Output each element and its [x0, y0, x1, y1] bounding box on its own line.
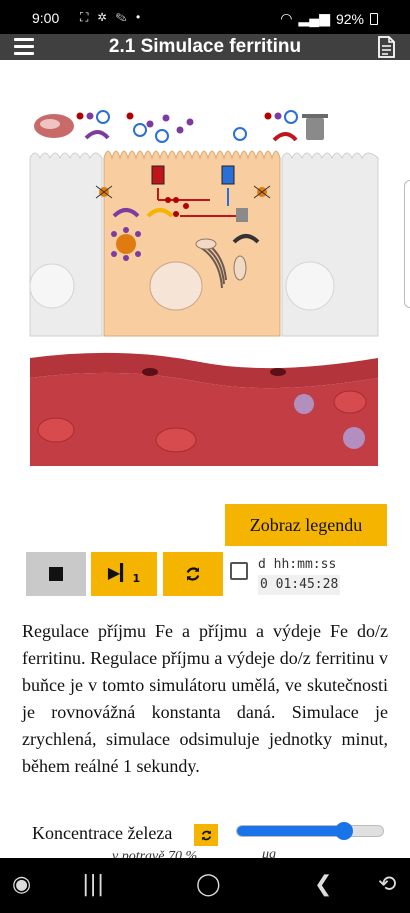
slider-thumb[interactable]	[334, 822, 353, 840]
page-title: 2.1 Simulace ferritinu	[108, 36, 302, 57]
reset-button[interactable]	[163, 552, 223, 596]
wifi-icon: ◠	[280, 10, 293, 26]
battery-icon	[370, 12, 378, 25]
timer-value: 0 01:45:28	[258, 575, 341, 595]
show-legend-button[interactable]: Zobraz legendu	[225, 504, 387, 546]
notification-icons: ⛶ ✲ ✎ •	[80, 10, 144, 24]
refresh-icon	[201, 830, 211, 840]
iron-particles	[76, 110, 298, 143]
stop-icon	[49, 567, 63, 581]
blood-vessel	[30, 352, 378, 466]
slider-fill	[237, 826, 344, 836]
left-cell	[29, 152, 103, 337]
assistant-icon[interactable]: ◉	[12, 874, 31, 896]
status-bar: 9:00 ⛶ ✲ ✎ • ◠ ▂▄▆ 92%	[0, 0, 410, 34]
refresh-icon	[186, 567, 200, 581]
trash-icon	[302, 114, 328, 140]
app-bar: 2.1 Simulace ferritinu	[0, 34, 410, 60]
simulation-illustration	[29, 110, 379, 466]
home-icon[interactable]: ◯	[196, 874, 221, 896]
step-count: 1	[132, 572, 141, 586]
right-cell	[281, 152, 379, 337]
simulation-timer: d hh:mm:ss 0 01:45:28	[258, 555, 341, 595]
battery-label: 92%	[335, 10, 364, 27]
realtime-checkbox[interactable]	[230, 562, 248, 580]
rotate-icon[interactable]: ⟲	[378, 874, 396, 896]
meat-icon	[34, 114, 74, 138]
status-time: 9:00	[32, 10, 60, 26]
back-icon[interactable]: ❮	[314, 874, 332, 896]
step-button[interactable]: ▶▎1	[91, 552, 157, 596]
description-text: Regulace příjmu Fe a příjmu a výdeje Fe …	[22, 621, 388, 776]
navigation-bar: ◉ ||| ◯ ❮ ⟲	[0, 858, 410, 913]
step-icon: ▶▎1	[107, 562, 141, 586]
system-icons: ◠ ▂▄▆ 92%	[280, 10, 378, 27]
document-icon[interactable]	[376, 36, 396, 58]
slider-label: Koncentrace železa	[32, 823, 173, 843]
iron-concentration-slider[interactable]	[236, 822, 384, 840]
stop-button[interactable]	[26, 552, 86, 596]
timer-header: d hh:mm:ss	[258, 557, 337, 572]
recent-apps-icon[interactable]: |||	[82, 874, 104, 896]
side-drawer-handle[interactable]	[404, 180, 410, 308]
signal-icon: ▂▄▆	[298, 10, 330, 26]
slider-reset-button[interactable]	[194, 824, 218, 846]
